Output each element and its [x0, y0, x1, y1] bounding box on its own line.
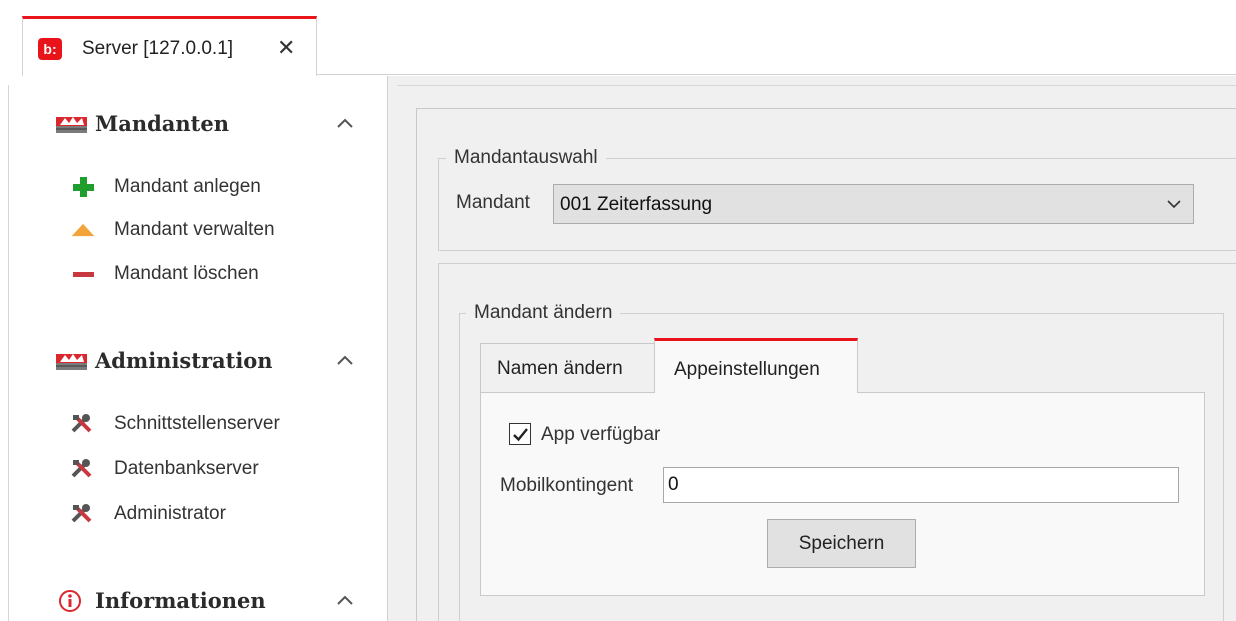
- server-tab-title: Server [127.0.0.1]: [82, 38, 234, 59]
- triangle-icon: [71, 223, 95, 237]
- sidebar-item-label: Schnittstellenserver: [114, 413, 280, 434]
- plus-icon: [73, 177, 94, 197]
- app-available-label: App verfügbar: [541, 424, 661, 445]
- client-selection-group-title: Mandantauswahl: [446, 147, 606, 169]
- tab-namen-aendern[interactable]: Namen ändern: [480, 343, 655, 392]
- tools-icon: [71, 459, 92, 478]
- app-logo-icon: b:: [38, 38, 62, 60]
- section-header-administration[interactable]: Administration: [55, 346, 375, 376]
- sidebar-item-mandant-loeschen[interactable]: Mandant löschen: [70, 260, 370, 288]
- sidebar: Mandanten Mandant anlegen Mandant verwal…: [10, 76, 387, 621]
- section-title-informationen: Informationen: [95, 588, 266, 613]
- section-header-informationen[interactable]: Informationen: [55, 586, 375, 616]
- chevron-up-icon[interactable]: [335, 352, 355, 368]
- sidebar-item-label: Mandant löschen: [114, 263, 259, 284]
- sidebar-item-label: Mandant verwalten: [114, 219, 275, 240]
- mobile-quota-label: Mobilkontingent: [500, 475, 634, 496]
- section-header-mandanten[interactable]: Mandanten: [55, 109, 375, 139]
- sidebar-item-label: Mandant anlegen: [114, 176, 261, 197]
- tab-appeinstellungen[interactable]: Appeinstellungen: [654, 338, 858, 393]
- main-top-border: [397, 85, 1236, 90]
- close-icon[interactable]: ✕: [277, 37, 295, 59]
- section-title-mandanten: Mandanten: [95, 111, 230, 136]
- chevron-up-icon[interactable]: [335, 115, 355, 131]
- mandanten-icon: [56, 117, 87, 133]
- sidebar-item-schnittstellenserver[interactable]: Schnittstellenserver: [70, 410, 370, 438]
- sidebar-item-label: Administrator: [114, 503, 226, 524]
- sidebar-item-mandant-anlegen[interactable]: Mandant anlegen: [70, 173, 370, 201]
- client-field-label: Mandant: [456, 192, 530, 213]
- client-edit-group-title: Mandant ändern: [466, 302, 621, 324]
- tab-strip-divider: [316, 74, 1236, 75]
- sidebar-item-datenbankserver[interactable]: Datenbankserver: [70, 455, 370, 483]
- server-tab[interactable]: b: Server [127.0.0.1] ✕: [22, 16, 317, 76]
- tools-icon: [71, 414, 92, 433]
- checkmark-icon: [513, 428, 528, 442]
- document-tab-strip: b: Server [127.0.0.1] ✕: [0, 0, 1236, 76]
- minus-icon: [73, 272, 94, 277]
- sidebar-item-administrator[interactable]: Administrator: [70, 500, 370, 528]
- section-title-administration: Administration: [95, 348, 273, 373]
- client-select[interactable]: 001 Zeiterfassung: [553, 184, 1194, 224]
- app-available-checkbox[interactable]: [509, 423, 531, 445]
- window-left-edge: [0, 85, 9, 621]
- sidebar-item-mandant-verwalten[interactable]: Mandant verwalten: [70, 216, 370, 244]
- chevron-up-icon[interactable]: [335, 592, 355, 608]
- info-icon: [59, 590, 81, 612]
- chevron-down-icon: [1167, 200, 1181, 209]
- save-button[interactable]: Speichern: [767, 519, 916, 568]
- client-select-value: 001 Zeiterfassung: [560, 194, 713, 215]
- tab-label: Namen ändern: [497, 358, 623, 379]
- sidebar-item-label: Datenbankserver: [114, 458, 259, 479]
- tools-icon: [71, 504, 92, 523]
- tab-label: Appeinstellungen: [674, 359, 820, 380]
- mobile-quota-input[interactable]: [663, 467, 1179, 503]
- administration-icon: [56, 354, 87, 370]
